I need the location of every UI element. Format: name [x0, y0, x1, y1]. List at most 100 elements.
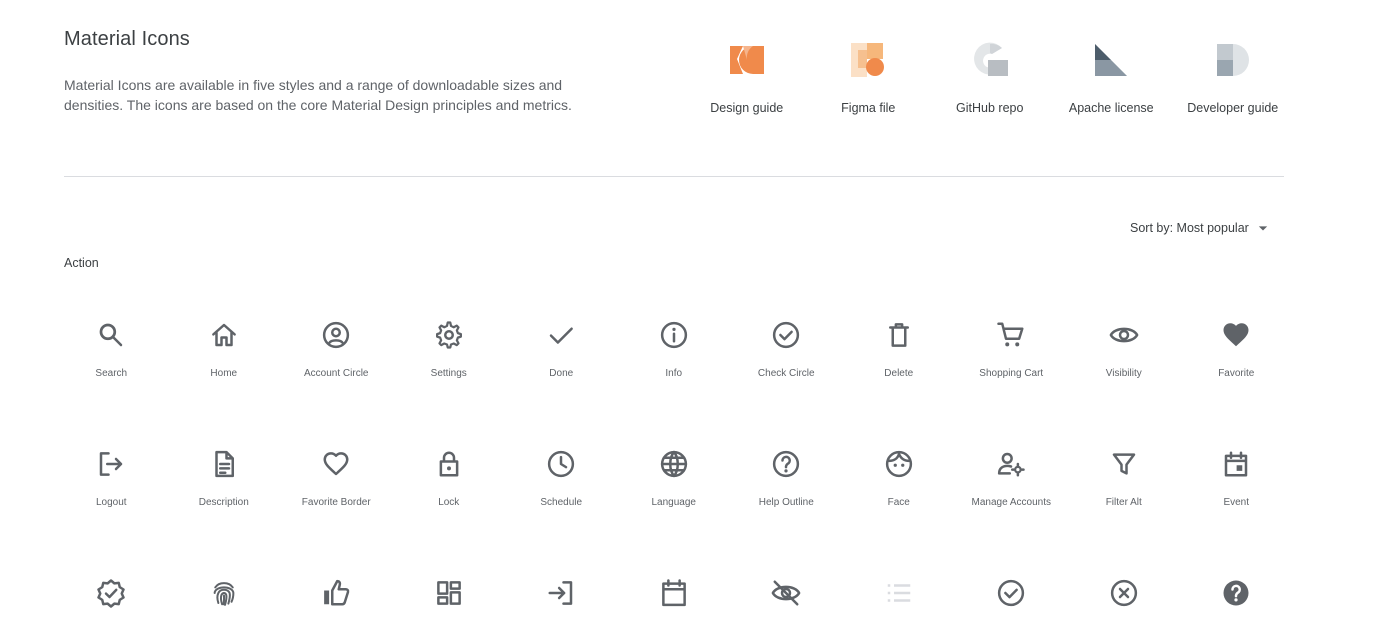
shopping-cart-icon: [997, 322, 1024, 347]
arrow-drop-down-icon: [1258, 226, 1267, 231]
icon-cell-home[interactable]: Home: [168, 320, 281, 381]
done-icon: [550, 327, 574, 344]
icon-cell-help-outline[interactable]: Help Outline: [730, 449, 843, 510]
home-icon: [211, 323, 236, 347]
developer-guide-icon: [1216, 44, 1249, 76]
dashboard-icon: [436, 581, 461, 605]
icon-label: Face: [887, 497, 910, 508]
icon-cell-check-circle[interactable]: Check Circle: [730, 320, 843, 381]
design-guide-link[interactable]: Design guide: [686, 40, 808, 115]
icon-cell-language[interactable]: Language: [618, 449, 731, 510]
icon-cell-shopping-cart[interactable]: Shopping Cart: [955, 320, 1068, 381]
apache-license-label: Apache license: [1068, 101, 1154, 115]
favorite-icon: [1223, 323, 1249, 347]
icon-cell-account-circle[interactable]: Account Circle: [280, 320, 393, 381]
figma-file-label: Figma file: [841, 101, 896, 115]
icon-cell-help[interactable]: [1180, 578, 1293, 608]
icon-label: Visibility: [1105, 368, 1142, 379]
filter-alt-icon: [1112, 453, 1135, 475]
icon-cell-filter-alt[interactable]: Filter Alt: [1068, 449, 1181, 510]
icon-label: Language: [651, 497, 697, 508]
category-heading: Action: [64, 256, 99, 270]
icon-cell-manage-accounts[interactable]: Manage Accounts: [955, 449, 1068, 510]
visibility-icon: [1109, 327, 1139, 343]
icon-cell-visibility[interactable]: Visibility: [1068, 320, 1181, 381]
icon-label: Description: [198, 497, 249, 508]
icon-cell-highlight-off[interactable]: [1068, 578, 1181, 608]
icon-cell-check-circle-outline[interactable]: [955, 578, 1068, 608]
page-title: Material Icons: [64, 28, 190, 50]
figma-file-icon: [851, 43, 885, 77]
icon-label: Filter Alt: [1105, 497, 1142, 508]
github-repo-label: GitHub repo: [956, 101, 1024, 115]
icon-label: Account Circle: [304, 368, 369, 379]
icon-cell-login[interactable]: [505, 578, 618, 608]
delete-icon: [888, 323, 909, 347]
help-outline-icon: [773, 450, 800, 478]
icon-label: Done: [549, 368, 574, 379]
list-icon: [887, 584, 910, 602]
schedule-icon: [548, 450, 575, 478]
check-circle-outline-icon: [998, 579, 1025, 607]
design-guide-icon: [729, 46, 764, 74]
icon-cell-info[interactable]: Info: [618, 320, 731, 381]
visibility-off-icon: [771, 580, 801, 606]
figma-file-link[interactable]: Figma file: [808, 40, 930, 115]
apache-license-link[interactable]: Apache license: [1051, 40, 1173, 115]
search-icon: [99, 323, 123, 347]
icon-label: Lock: [438, 497, 460, 508]
icon-label: Home: [210, 368, 238, 379]
icon-cell-delete[interactable]: Delete: [843, 320, 956, 381]
icon-cell-list[interactable]: [843, 578, 956, 608]
manage-accounts-icon: [998, 452, 1025, 477]
icon-label: Info: [665, 368, 683, 379]
icon-label: Settings: [430, 368, 467, 379]
icon-cell-calendar-today[interactable]: [618, 578, 731, 608]
icon-cell-description[interactable]: Description: [168, 449, 281, 510]
icon-cell-search[interactable]: Search: [55, 320, 168, 381]
icon-label: Event: [1223, 497, 1250, 508]
developer-guide-label: Developer guide: [1187, 101, 1279, 115]
icon-label: Schedule: [540, 497, 583, 508]
thumb-up-icon: [324, 579, 350, 606]
verified-icon: [97, 579, 125, 608]
icon-label: Favorite: [1218, 368, 1255, 379]
icon-label: Logout: [95, 497, 127, 508]
icon-cell-event[interactable]: Event: [1180, 449, 1293, 510]
icon-cell-visibility-off[interactable]: [730, 578, 843, 608]
developer-guide-link[interactable]: Developer guide: [1172, 40, 1294, 115]
icon-label: Help Outline: [758, 497, 814, 508]
icon-label: Delete: [884, 368, 914, 379]
icon-label: Check Circle: [757, 368, 815, 379]
apache-license-icon: [1095, 44, 1128, 76]
icon-cell-logout[interactable]: Logout: [55, 449, 168, 510]
info-icon: [660, 321, 687, 349]
page-description: Material Icons are available in five sty…: [64, 77, 572, 113]
icon-cell-verified[interactable]: [55, 578, 168, 608]
fingerprint-icon: [213, 582, 235, 606]
face-icon: [885, 450, 912, 478]
icon-cell-schedule[interactable]: Schedule: [505, 449, 618, 510]
design-guide-label: Design guide: [710, 101, 784, 115]
help-icon: [1223, 580, 1249, 606]
icon-cell-thumb-up[interactable]: [280, 578, 393, 608]
github-repo-link[interactable]: GitHub repo: [929, 40, 1051, 115]
icon-cell-favorite-border[interactable]: Favorite Border: [280, 449, 393, 510]
section-divider: [64, 176, 1284, 177]
icon-cell-favorite[interactable]: Favorite: [1180, 320, 1293, 381]
icon-label: Shopping Cart: [979, 368, 1044, 379]
icon-cell-face[interactable]: Face: [843, 449, 956, 510]
icon-cell-lock[interactable]: Lock: [393, 449, 506, 510]
logout-icon: [100, 452, 123, 476]
icon-cell-dashboard[interactable]: [393, 578, 506, 608]
event-icon: [1225, 451, 1248, 477]
icon-label: Favorite Border: [301, 497, 371, 508]
resource-links: Design guide Figma file GitHub repo Apac…: [686, 40, 1294, 115]
icon-cell-fingerprint[interactable]: [168, 578, 281, 608]
icon-cell-settings[interactable]: Settings: [393, 320, 506, 381]
icon-label: Manage Accounts: [971, 497, 1052, 508]
favorite-border-icon: [323, 452, 349, 476]
sort-dropdown[interactable]: Sort by: Most popular: [1130, 218, 1273, 238]
icon-cell-done[interactable]: Done: [505, 320, 618, 381]
lock-icon: [439, 451, 459, 477]
